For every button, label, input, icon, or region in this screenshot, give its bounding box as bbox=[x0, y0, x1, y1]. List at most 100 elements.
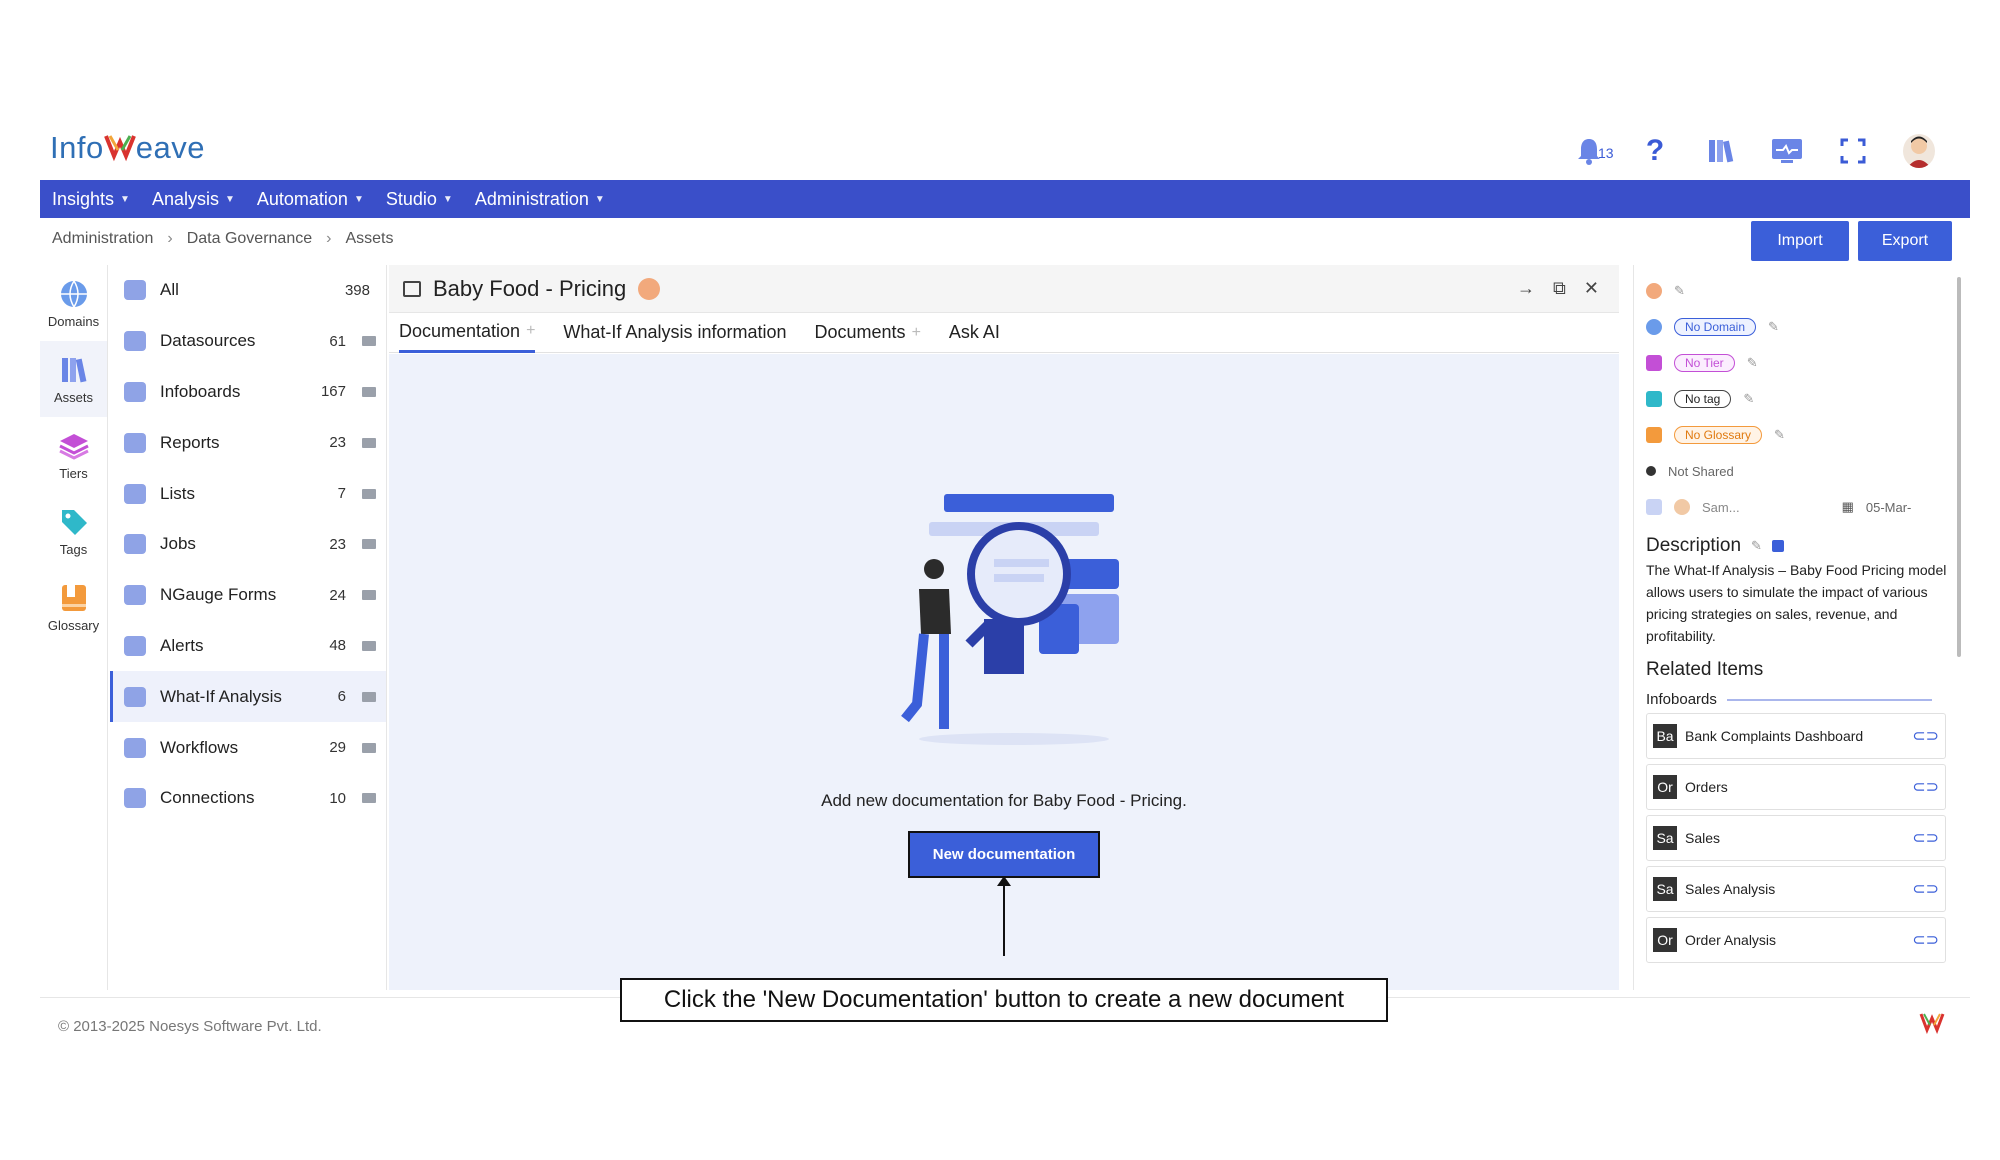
list-count: 24 bbox=[329, 586, 346, 604]
folder-icon[interactable] bbox=[362, 539, 376, 550]
related-item[interactable]: Or Orders ⊂⊃ bbox=[1646, 764, 1946, 810]
open-external-icon[interactable]: ⧉ bbox=[1553, 278, 1566, 299]
related-item[interactable]: Sa Sales Analysis ⊂⊃ bbox=[1646, 866, 1946, 912]
list-item-workflows[interactable]: Workflows 29 bbox=[110, 722, 386, 773]
connection-icon bbox=[124, 788, 146, 809]
rail-domains[interactable]: Domains bbox=[40, 265, 107, 341]
link-icon[interactable]: ⊂⊃ bbox=[1912, 879, 1939, 899]
nav-studio[interactable]: Studio ▼ bbox=[386, 189, 453, 210]
list-item-datasources[interactable]: Datasources 61 bbox=[110, 316, 386, 367]
related-item[interactable]: Or Order Analysis ⊂⊃ bbox=[1646, 917, 1946, 963]
folder-icon[interactable] bbox=[362, 488, 376, 499]
tag-pill[interactable]: No tag bbox=[1674, 390, 1732, 408]
ai-icon[interactable] bbox=[1771, 540, 1784, 552]
list-item-infoboards[interactable]: Infoboards 167 bbox=[110, 367, 386, 418]
link-icon[interactable]: ⊂⊃ bbox=[1912, 930, 1939, 950]
item-name: Sales Analysis bbox=[1685, 881, 1776, 897]
item-avatar: Sa bbox=[1653, 826, 1677, 850]
item-name: Sales bbox=[1685, 830, 1721, 846]
list-item-jobs[interactable]: Jobs 23 bbox=[110, 519, 386, 570]
list-item-ngauge-forms[interactable]: NGauge Forms 24 bbox=[110, 570, 386, 621]
nav-analysis[interactable]: Analysis ▼ bbox=[152, 189, 235, 210]
asset-title-bar: Baby Food - Pricing → ⧉ ✕ bbox=[389, 265, 1619, 313]
rail-tiers[interactable]: Tiers bbox=[40, 417, 107, 493]
glossary-row: No Glossary ✎ bbox=[1646, 417, 1963, 453]
folder-icon[interactable] bbox=[362, 691, 376, 702]
list-item-what-if-analysis[interactable]: What-If Analysis 6 bbox=[110, 671, 386, 723]
list-item-alerts[interactable]: Alerts 48 bbox=[110, 621, 386, 672]
tab-what-if-info[interactable]: What-If Analysis information bbox=[563, 313, 786, 353]
edit-icon[interactable]: ✎ bbox=[1674, 283, 1685, 299]
nav-administration[interactable]: Administration ▼ bbox=[475, 189, 605, 210]
rail-tags[interactable]: Tags bbox=[40, 493, 107, 569]
folder-icon[interactable] bbox=[362, 437, 376, 448]
domain-pill[interactable]: No Domain bbox=[1674, 318, 1757, 336]
folder-icon[interactable] bbox=[362, 793, 376, 804]
bell-icon[interactable]: 13 bbox=[1573, 135, 1614, 167]
new-documentation-button[interactable]: New documentation bbox=[908, 831, 1100, 878]
fullscreen-icon[interactable] bbox=[1837, 135, 1869, 167]
link-icon[interactable]: ⊂⊃ bbox=[1912, 828, 1939, 848]
owner-row: Sam... ▦ 05-Mar- bbox=[1646, 489, 1963, 525]
tab-documentation[interactable]: Documentation + bbox=[399, 313, 536, 353]
edit-icon[interactable]: ✎ bbox=[1751, 538, 1762, 554]
owner-avatar bbox=[1674, 499, 1690, 515]
folder-icon[interactable] bbox=[362, 336, 376, 347]
glossary-pill[interactable]: No Glossary bbox=[1674, 426, 1763, 444]
nav-automation[interactable]: Automation ▼ bbox=[257, 189, 364, 210]
folder-icon[interactable] bbox=[362, 640, 376, 651]
user-avatar[interactable] bbox=[1903, 134, 1935, 168]
asset-title: Baby Food - Pricing bbox=[433, 275, 627, 301]
breadcrumb-data-governance[interactable]: Data Governance bbox=[187, 230, 312, 248]
asset-detail: Baby Food - Pricing → ⧉ ✕ Documentation +… bbox=[389, 265, 1619, 990]
edit-icon[interactable]: ✎ bbox=[1743, 391, 1754, 407]
add-user-icon[interactable] bbox=[1646, 499, 1662, 515]
tab-ask-ai[interactable]: Ask AI bbox=[949, 313, 1000, 353]
details-scrollbar[interactable] bbox=[1957, 277, 1961, 657]
report-icon bbox=[124, 432, 146, 453]
rail-glossary[interactable]: Glossary bbox=[40, 569, 107, 645]
rail-label: Tiers bbox=[59, 465, 88, 481]
list-item-lists[interactable]: Lists 7 bbox=[110, 468, 386, 519]
list-item-reports[interactable]: Reports 23 bbox=[110, 417, 386, 468]
plus-icon[interactable]: + bbox=[912, 324, 921, 342]
related-item[interactable]: Sa Sales ⊂⊃ bbox=[1646, 815, 1946, 861]
gears-icon bbox=[124, 534, 146, 555]
library-icon[interactable] bbox=[1705, 135, 1737, 167]
rail-assets[interactable]: Assets bbox=[40, 341, 107, 417]
import-button[interactable]: Import bbox=[1751, 221, 1849, 261]
tag-icon bbox=[1646, 391, 1662, 407]
arrow-right-icon[interactable]: → bbox=[1517, 278, 1535, 299]
list-icon bbox=[124, 483, 146, 504]
help-icon[interactable]: ? bbox=[1639, 134, 1671, 167]
tab-documents[interactable]: Documents + bbox=[815, 313, 921, 353]
infoweave-logo[interactable]: Info eave bbox=[50, 130, 205, 166]
folder-icon[interactable] bbox=[362, 742, 376, 753]
tier-pill[interactable]: No Tier bbox=[1674, 354, 1735, 372]
related-item[interactable]: Ba Bank Complaints Dashboard ⊂⊃ bbox=[1646, 713, 1946, 759]
header-icons: 13 ? bbox=[1573, 130, 1935, 172]
nav-insights[interactable]: Insights ▼ bbox=[52, 189, 130, 210]
grid-table-icon bbox=[124, 686, 146, 707]
link-icon[interactable]: ⊂⊃ bbox=[1912, 726, 1939, 746]
export-button[interactable]: Export bbox=[1858, 221, 1952, 261]
left-rail: Domains Assets Tiers Tags Glossary bbox=[40, 265, 108, 990]
breadcrumb-administration[interactable]: Administration bbox=[52, 230, 153, 248]
folder-icon[interactable] bbox=[362, 590, 376, 601]
list-item-connections[interactable]: Connections 10 bbox=[110, 773, 386, 824]
details-panel: ✎ No Domain ✎ No Tier ✎ No tag ✎ No Glossar… bbox=[1633, 265, 1963, 990]
edit-icon[interactable]: ✎ bbox=[1774, 427, 1785, 443]
close-icon[interactable]: ✕ bbox=[1584, 278, 1599, 299]
link-icon[interactable]: ⊂⊃ bbox=[1912, 777, 1939, 797]
folder-icon[interactable] bbox=[362, 386, 376, 397]
plus-icon[interactable]: + bbox=[526, 322, 535, 340]
tag-icon bbox=[61, 509, 87, 535]
monitor-icon[interactable] bbox=[1771, 135, 1803, 167]
list-item-all[interactable]: All 398 bbox=[110, 265, 386, 316]
edit-icon[interactable]: ✎ bbox=[1768, 319, 1779, 335]
globe-icon bbox=[60, 280, 87, 307]
tutorial-callout: Click the 'New Documentation' button to … bbox=[620, 978, 1388, 1022]
caret-down-icon: ▼ bbox=[353, 193, 364, 205]
edit-icon[interactable]: ✎ bbox=[1747, 355, 1758, 371]
glossary-icon bbox=[61, 584, 86, 611]
